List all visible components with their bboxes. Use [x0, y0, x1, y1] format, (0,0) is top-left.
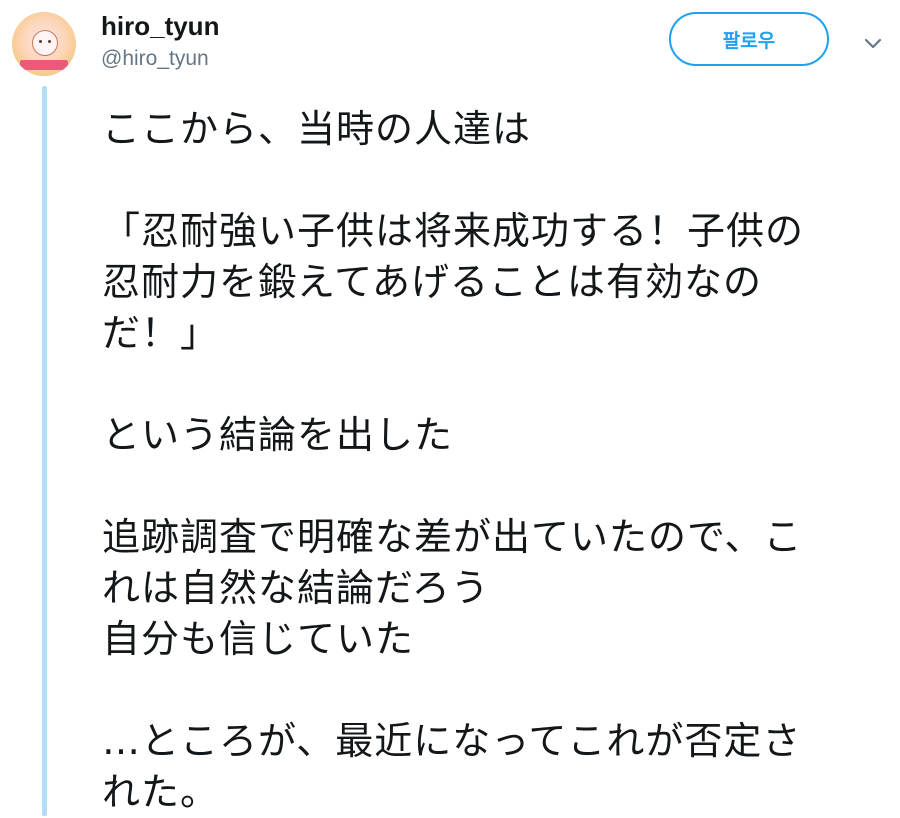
tweet-line: れた。 [102, 770, 220, 814]
tweet-line: …ところが、最近になってこれが否定さ [102, 719, 802, 763]
chevron-down-icon[interactable] [860, 30, 886, 56]
tweet-line: 忍耐力を鍛えてあげることは有効なの [102, 260, 762, 304]
tweet-line: 自分も信じていた [102, 617, 415, 661]
tweet-card: hiro_tyun @hiro_tyun 팔로우 ここから、当時の人達は 「忍耐… [0, 0, 900, 816]
avatar-art-bottom [20, 60, 68, 70]
avatar[interactable] [12, 12, 76, 76]
tweet-line: れは自然な結論だろう [102, 566, 490, 610]
user-handle[interactable]: @hiro_tyun [101, 46, 209, 72]
tweet-line: という結論を出した [102, 413, 454, 457]
tweet-line: 追跡調査で明確な差が出ていたので、こ [102, 515, 803, 559]
tweet-text: ここから、当時の人達は 「忍耐強い子供は将来成功する！子供の 忍耐力を鍛えてあげ… [102, 104, 892, 818]
follow-button[interactable]: 팔로우 [669, 12, 829, 66]
tweet-line: だ！」 [102, 311, 220, 355]
display-name[interactable]: hiro_tyun [101, 10, 219, 42]
tweet-line: ここから、当時の人達は [102, 107, 532, 151]
tweet-line: 「忍耐強い子供は将来成功する！子供の [102, 209, 805, 253]
avatar-art-top [18, 18, 70, 28]
anime-avatar-icon [32, 30, 58, 56]
thread-line [42, 86, 47, 816]
